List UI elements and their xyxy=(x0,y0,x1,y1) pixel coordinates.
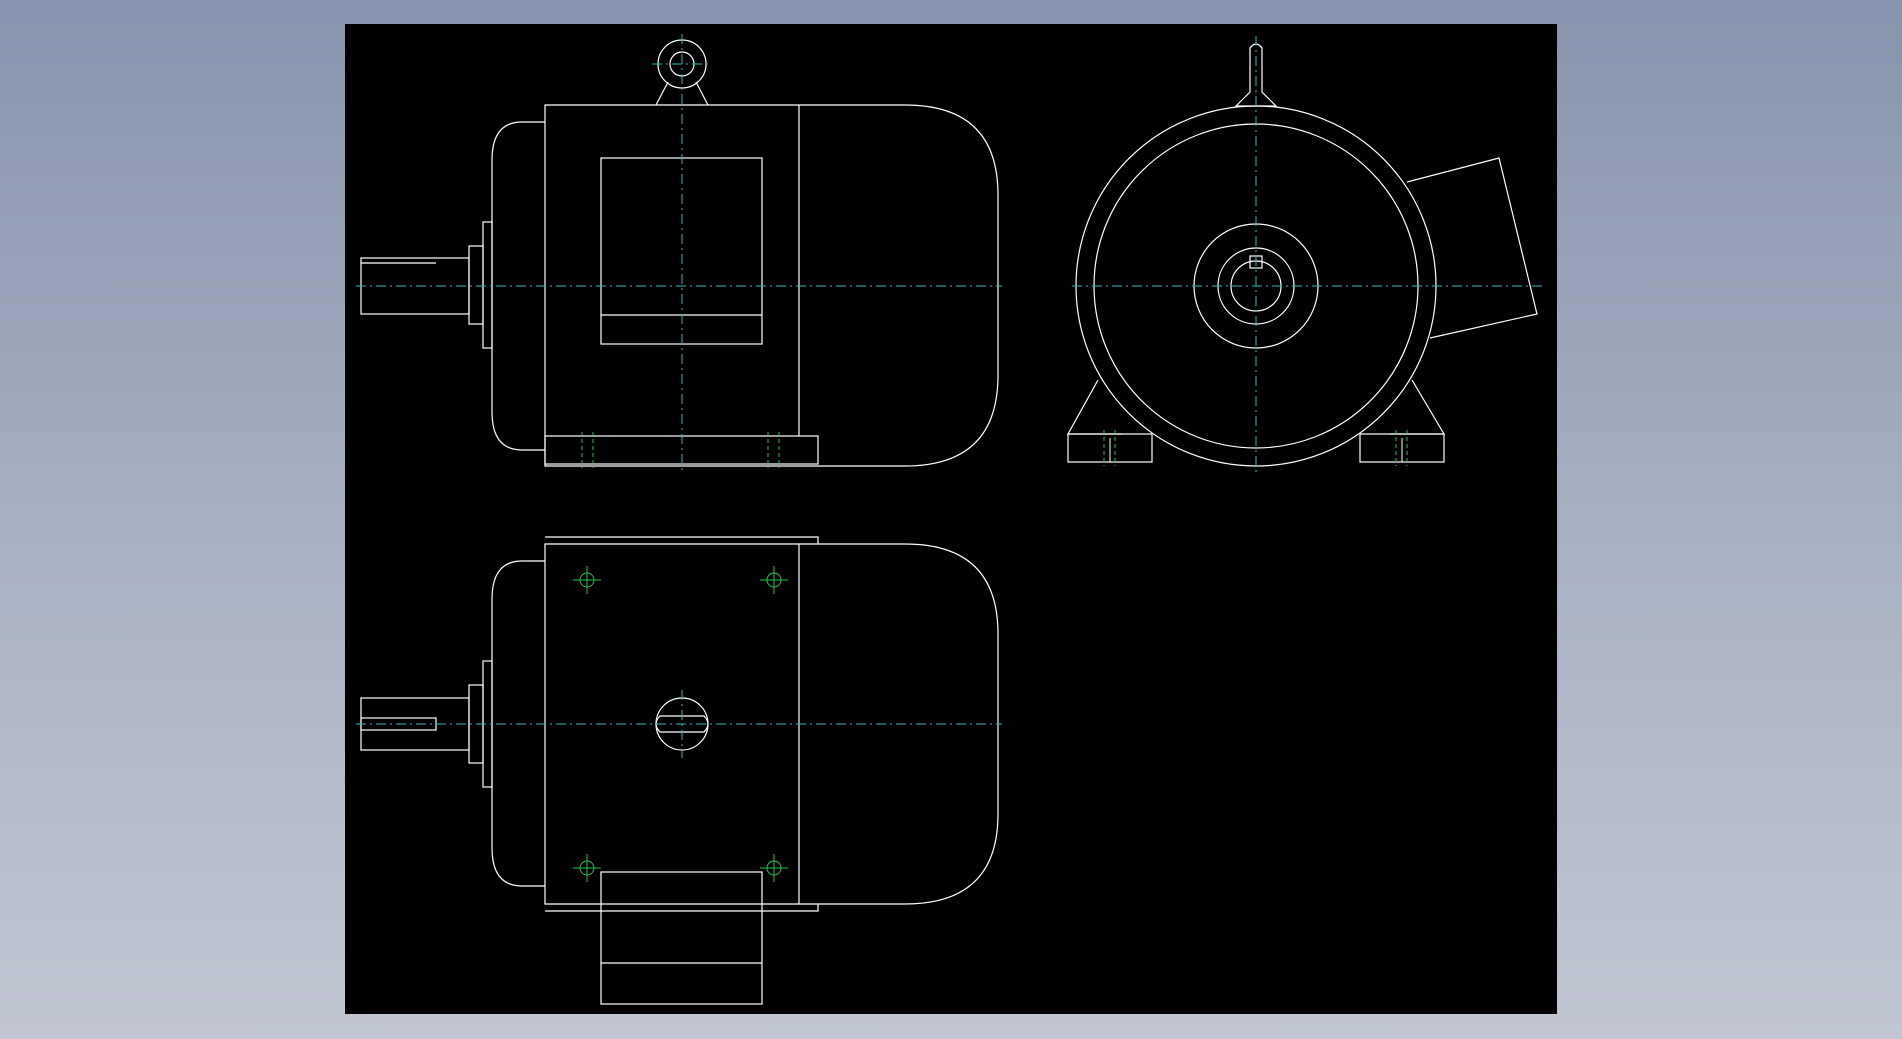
drawing-sheet xyxy=(345,24,1557,1014)
cad-canvas[interactable] xyxy=(0,0,1902,1039)
cad-viewport[interactable] xyxy=(0,0,1902,1039)
